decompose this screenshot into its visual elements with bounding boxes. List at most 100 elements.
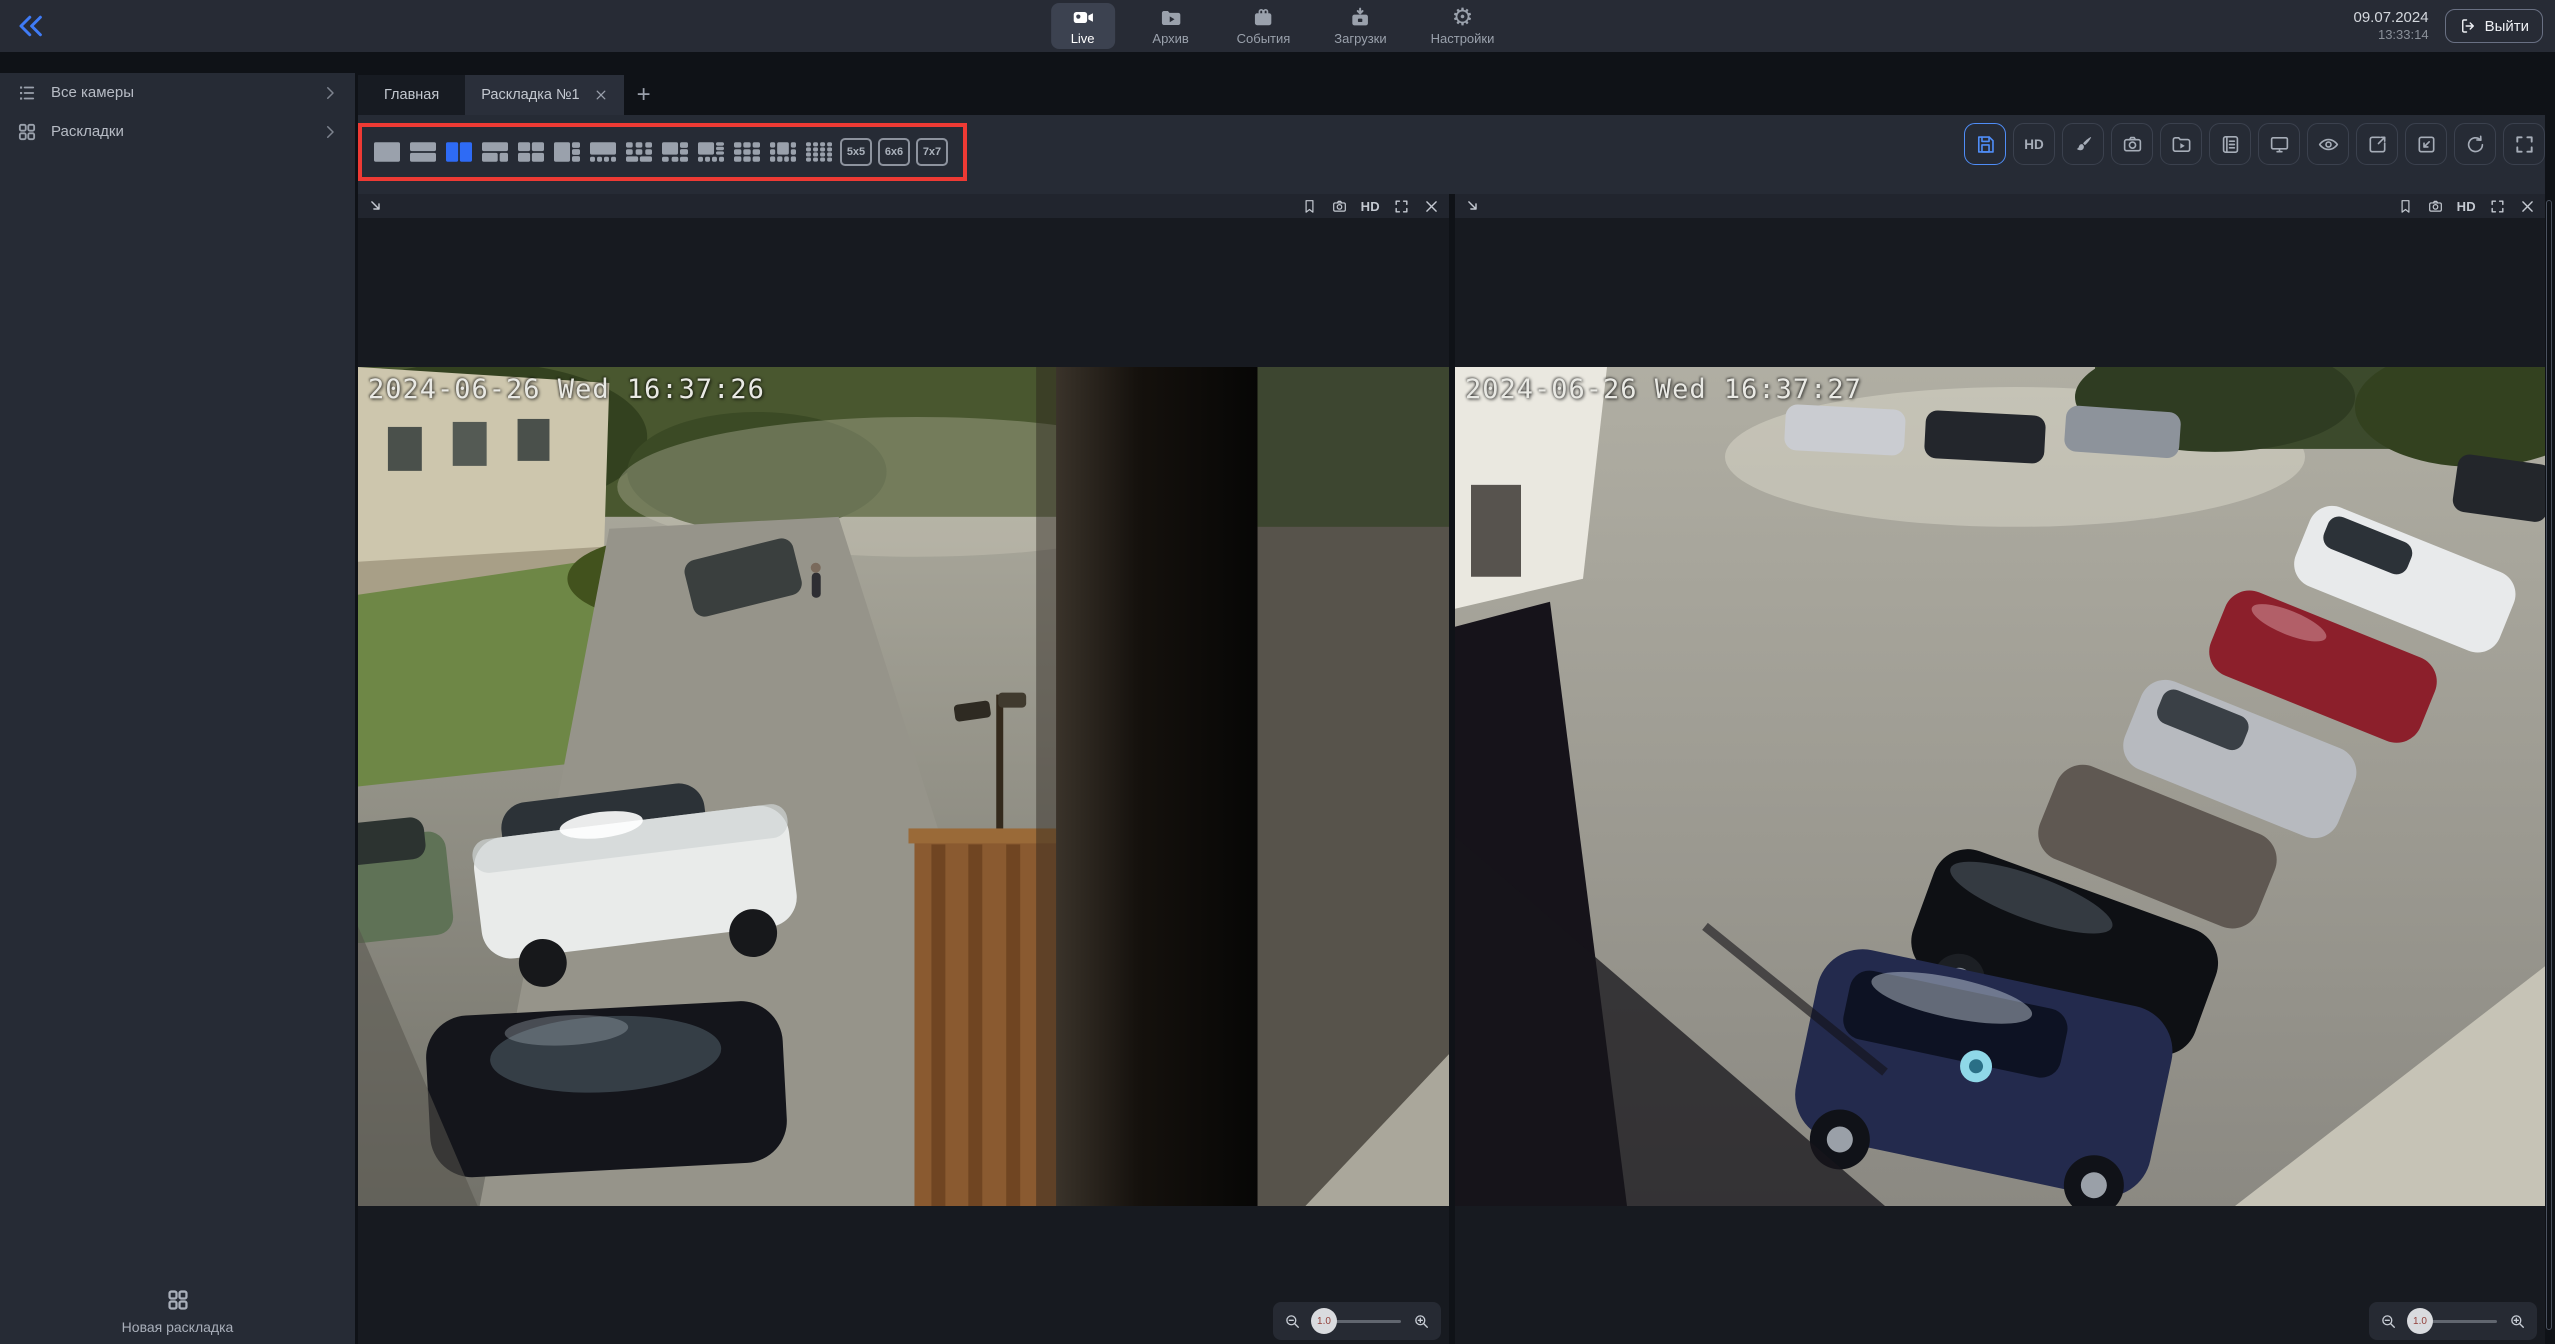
nav-downloads-label: Загрузки bbox=[1334, 31, 1386, 46]
share-button[interactable] bbox=[2356, 123, 2398, 165]
monitor-icon bbox=[2268, 133, 2291, 156]
save-view-button[interactable] bbox=[1964, 123, 2006, 165]
camera-icon[interactable] bbox=[2427, 198, 2444, 215]
zoom-in-icon[interactable] bbox=[1412, 1312, 1431, 1331]
new-layout-button[interactable]: Новая раскладка bbox=[0, 1287, 355, 1336]
tab-home[interactable]: Главная bbox=[358, 75, 465, 115]
layout-1-plus-7[interactable] bbox=[696, 139, 726, 165]
bookmark-icon[interactable] bbox=[2397, 198, 2414, 215]
chevron-right-icon bbox=[321, 84, 339, 102]
scale-button[interactable] bbox=[2405, 123, 2447, 165]
layout-6[interactable] bbox=[624, 139, 654, 165]
gear-icon: ⚙ bbox=[1452, 6, 1474, 30]
layout-1-plus-5-icon bbox=[662, 142, 688, 162]
layout-1-plus-5[interactable] bbox=[660, 139, 690, 165]
layout-1-plus-8-icon bbox=[770, 142, 796, 162]
journal-button[interactable] bbox=[2209, 123, 2251, 165]
close-icon[interactable] bbox=[2519, 198, 2536, 215]
layout-2-stacked-icon bbox=[410, 142, 436, 162]
logout-icon bbox=[2459, 17, 2477, 35]
export-icon bbox=[2366, 133, 2389, 156]
close-icon[interactable] bbox=[1423, 198, 1440, 215]
vertical-scrollbar[interactable] bbox=[2545, 52, 2555, 1344]
top-bar: Live Архив События Загрузки ⚙ bbox=[0, 0, 2555, 52]
layout-1-plus-3[interactable] bbox=[552, 139, 582, 165]
scrollbar-thumb[interactable] bbox=[2546, 200, 2552, 1330]
camera-2-zoom-controls: 1.0 bbox=[2369, 1302, 2537, 1340]
layout-16-icon bbox=[806, 142, 832, 162]
layout-1-plus-4-icon bbox=[590, 142, 616, 162]
camera-1-zoom-controls: 1.0 bbox=[1273, 1302, 1441, 1340]
zoom-in-icon[interactable] bbox=[2508, 1312, 2527, 1331]
logout-button[interactable]: Выйти bbox=[2445, 9, 2543, 43]
camera-icon[interactable] bbox=[1331, 198, 1348, 215]
layout-1-icon bbox=[374, 142, 400, 162]
layout-25[interactable]: 5x5 bbox=[840, 138, 872, 166]
fullscreen-button[interactable] bbox=[2503, 123, 2545, 165]
expand-icon[interactable] bbox=[1393, 198, 1410, 215]
layout-1-plus-4[interactable] bbox=[588, 139, 618, 165]
sidebar-item-all-cameras[interactable]: Все камеры bbox=[0, 73, 355, 112]
tab-layout-1[interactable]: Раскладка №1 bbox=[465, 75, 623, 115]
tab-close-icon[interactable] bbox=[594, 88, 608, 102]
layout-49[interactable]: 7x7 bbox=[916, 138, 948, 166]
hd-quality-button[interactable]: HD bbox=[2013, 123, 2055, 165]
zoom-out-icon[interactable] bbox=[2379, 1312, 2398, 1331]
sidebar-item-layouts[interactable]: Раскладки bbox=[0, 112, 355, 151]
chevrons-left-icon[interactable] bbox=[16, 11, 46, 41]
camera-1-video-frame bbox=[358, 367, 1449, 1206]
layout-1-plus-2[interactable] bbox=[480, 139, 510, 165]
add-tab-label: + bbox=[637, 81, 651, 109]
topbar-right: 09.07.2024 13:33:14 Выйти bbox=[2354, 0, 2544, 52]
nav-downloads[interactable]: Загрузки bbox=[1324, 3, 1396, 49]
zoom-slider-knob[interactable]: 1.0 bbox=[2407, 1308, 2433, 1334]
zoom-slider-knob[interactable]: 1.0 bbox=[1311, 1308, 1337, 1334]
layout-9[interactable] bbox=[732, 139, 762, 165]
video-camera-icon bbox=[1071, 6, 1095, 30]
nav-live[interactable]: Live bbox=[1051, 3, 1115, 49]
add-tab-button[interactable]: + bbox=[624, 75, 664, 115]
zoom-slider[interactable]: 1.0 bbox=[2407, 1308, 2499, 1334]
main-nav: Live Архив События Загрузки ⚙ bbox=[1051, 0, 1505, 52]
se-arrow-icon[interactable] bbox=[1464, 197, 1482, 215]
layout-1-plus-8[interactable] bbox=[768, 139, 798, 165]
layout-1-plus-7-icon bbox=[698, 142, 724, 162]
nav-archive[interactable]: Архив bbox=[1139, 3, 1203, 49]
layout-toolbar-row: 5x56x67x7 HD bbox=[358, 115, 2555, 194]
expand-icon[interactable] bbox=[2489, 198, 2506, 215]
zoom-slider[interactable]: 1.0 bbox=[1311, 1308, 1403, 1334]
hd-toggle[interactable]: HD bbox=[1361, 199, 1380, 214]
layout-4-icon bbox=[518, 142, 544, 162]
camera-tile-2[interactable]: HD bbox=[1455, 194, 2545, 1344]
camera-2-video[interactable]: 2024-06-26 Wed 16:37:27 bbox=[1455, 367, 2545, 1206]
bookmark-icon[interactable] bbox=[1301, 198, 1318, 215]
display-button[interactable] bbox=[2258, 123, 2300, 165]
layout-2-stacked[interactable] bbox=[408, 139, 438, 165]
refresh-button[interactable] bbox=[2454, 123, 2496, 165]
current-date: 09.07.2024 bbox=[2354, 9, 2429, 28]
resize-icon bbox=[2415, 133, 2438, 156]
layout-16[interactable] bbox=[804, 139, 834, 165]
camera-tile-1[interactable]: HD bbox=[358, 194, 1449, 1344]
zoom-out-icon[interactable] bbox=[1283, 1312, 1302, 1331]
layout-2-side[interactable] bbox=[444, 139, 474, 165]
fullscreen-icon bbox=[2513, 133, 2536, 156]
camera-1-video[interactable]: 2024-06-26 Wed 16:37:26 bbox=[358, 367, 1449, 1206]
camera-2-video-frame bbox=[1455, 367, 2545, 1206]
snapshot-button[interactable] bbox=[2111, 123, 2153, 165]
tab-layout-1-label: Раскладка №1 bbox=[481, 87, 579, 103]
list-icon bbox=[16, 82, 38, 104]
layout-2-side-icon bbox=[446, 142, 472, 162]
tab-bar: Главная Раскладка №1 + bbox=[358, 52, 664, 115]
nav-settings[interactable]: ⚙ Настройки bbox=[1421, 3, 1505, 49]
hd-toggle[interactable]: HD bbox=[2457, 199, 2476, 214]
view-mode-button[interactable] bbox=[2307, 123, 2349, 165]
view-toolbar: HD bbox=[1964, 123, 2545, 165]
se-arrow-icon[interactable] bbox=[367, 197, 385, 215]
layout-1[interactable] bbox=[372, 139, 402, 165]
layout-4[interactable] bbox=[516, 139, 546, 165]
open-archive-button[interactable] bbox=[2160, 123, 2202, 165]
layout-36[interactable]: 6x6 bbox=[878, 138, 910, 166]
nav-events[interactable]: События bbox=[1227, 3, 1301, 49]
clear-layout-button[interactable] bbox=[2062, 123, 2104, 165]
